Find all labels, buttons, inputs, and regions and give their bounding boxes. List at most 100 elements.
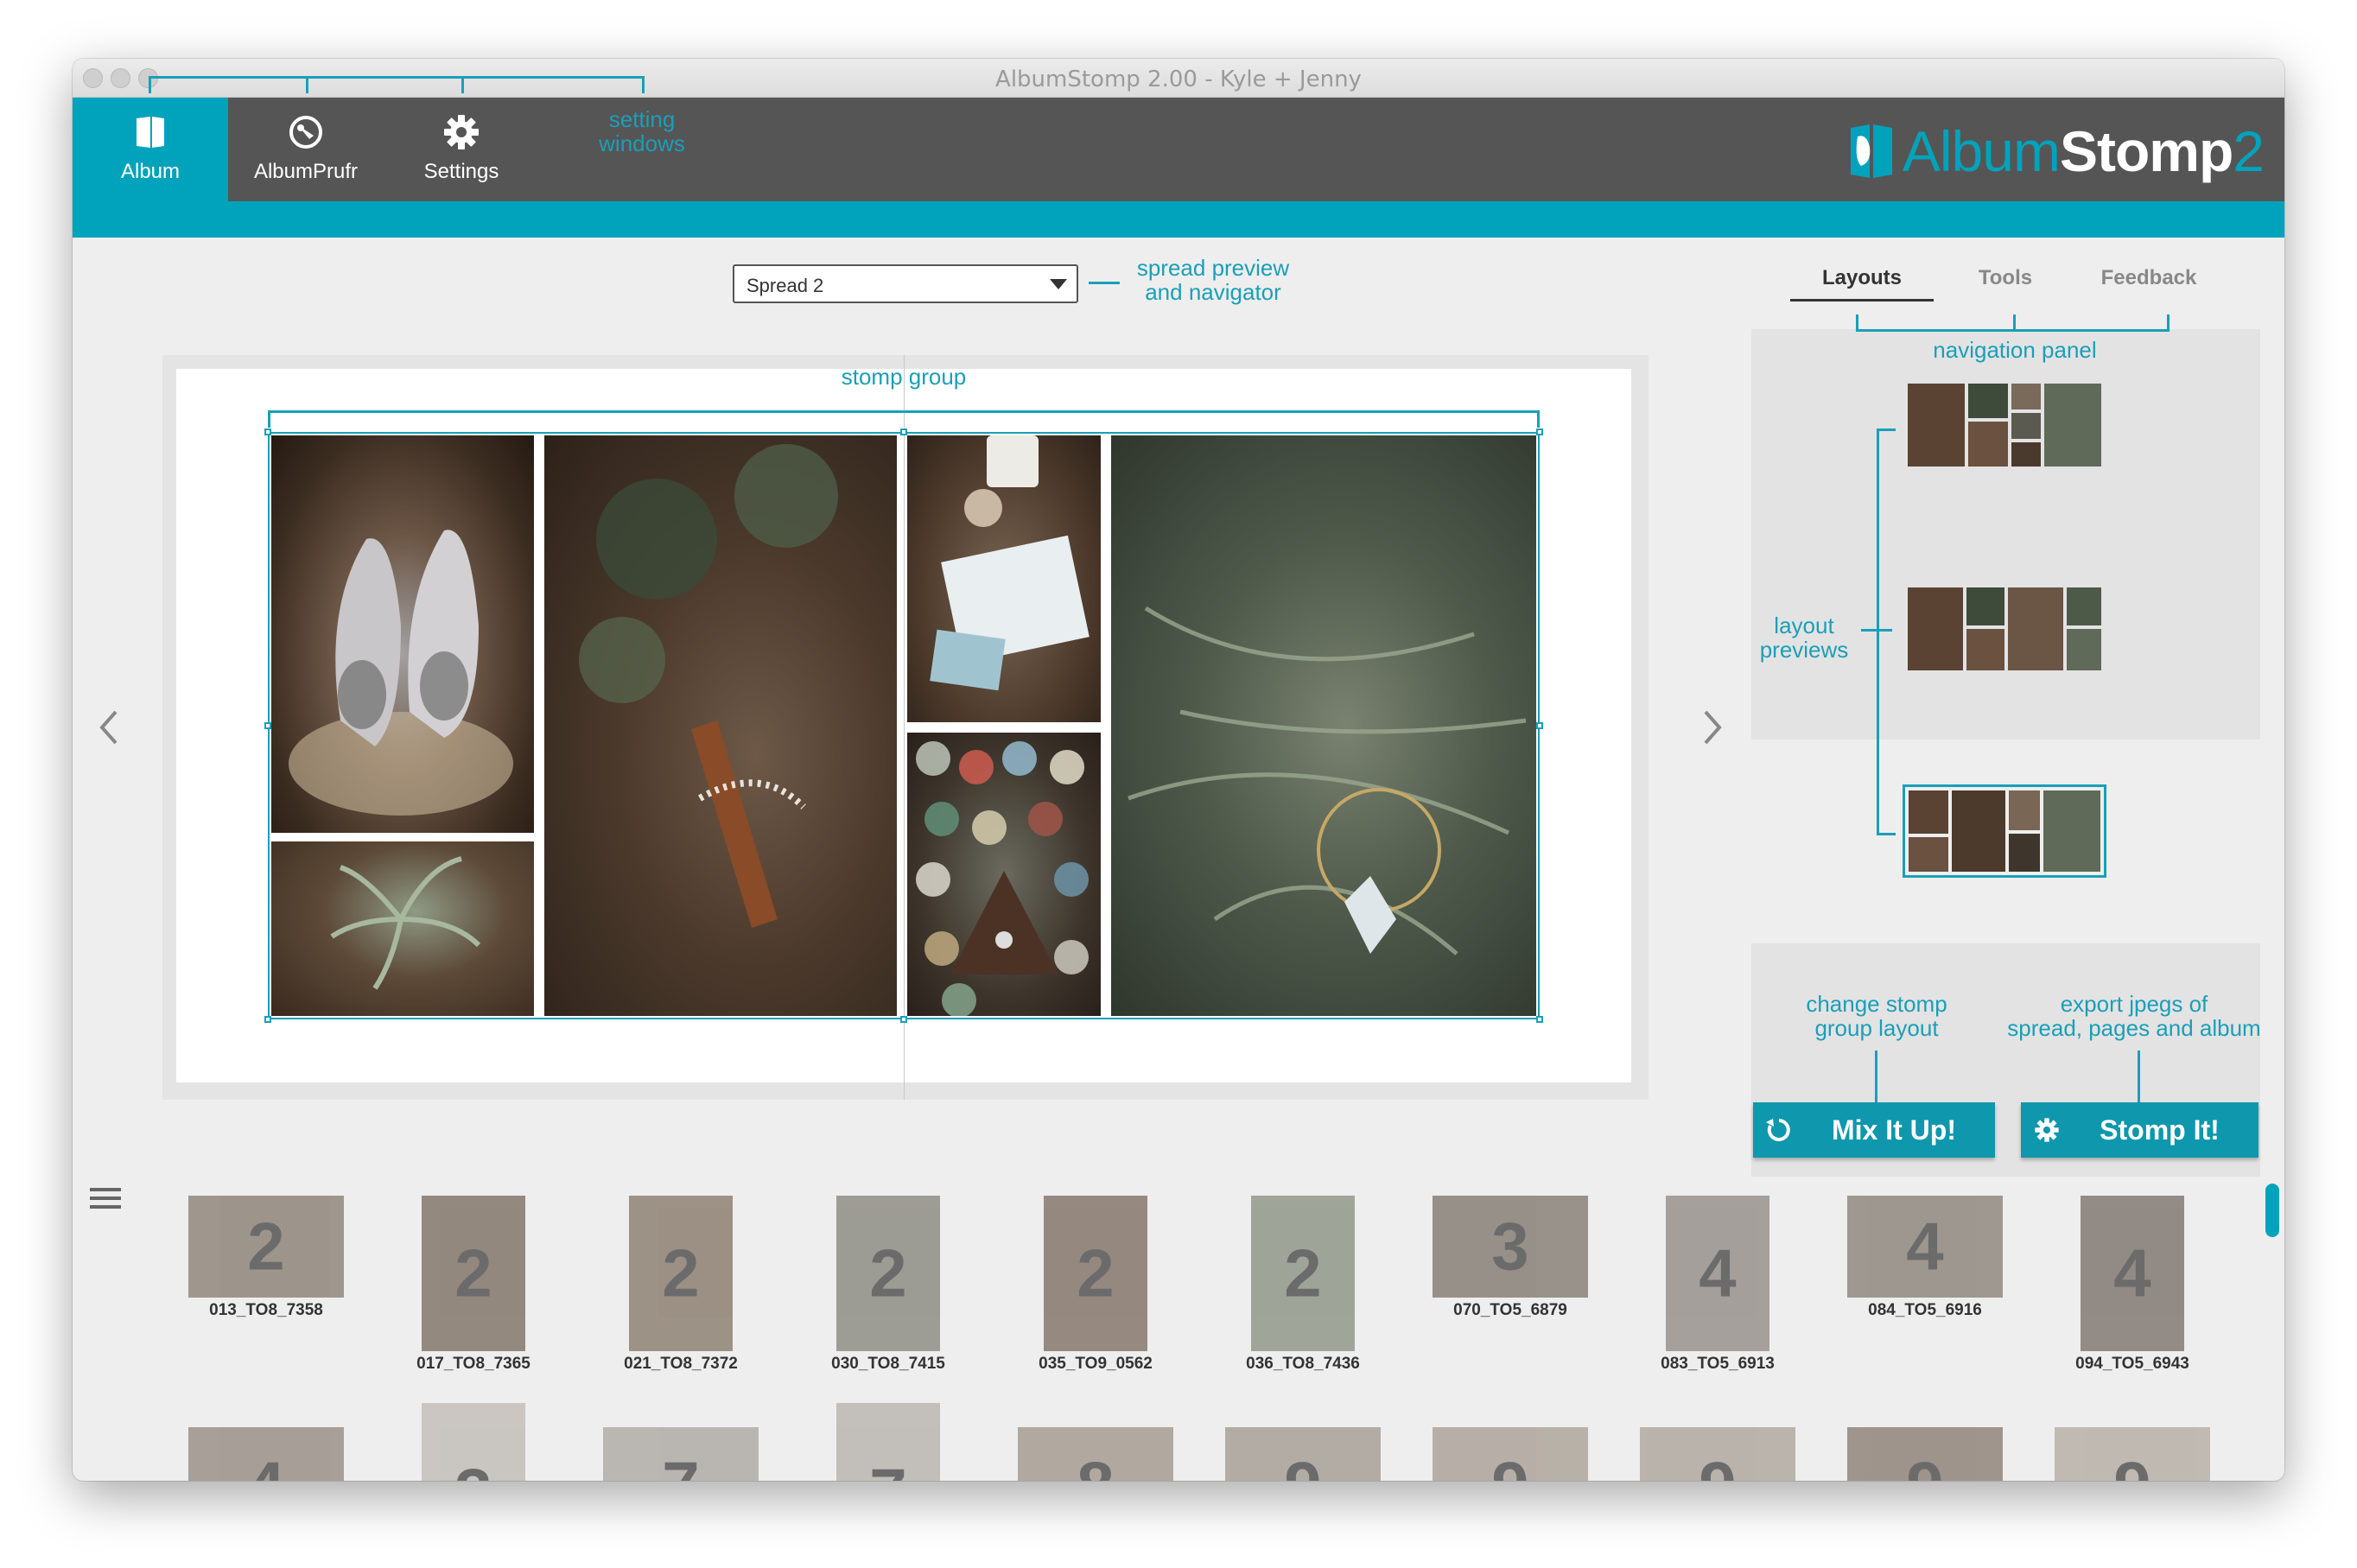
thumb-count: 4 [188, 1447, 344, 1481]
photo-greenery[interactable] [1111, 435, 1536, 1016]
thumb-filename: 021_TO8_7372 [624, 1355, 738, 1373]
layout-previews-bracket-tick [1877, 429, 1896, 431]
thumb-count: 3 [422, 1454, 525, 1481]
thumb-count: 9 [1847, 1447, 2003, 1481]
filmstrip-item[interactable]: 9 [1847, 1427, 2003, 1481]
spread-select[interactable]: Spread 2 [733, 264, 1078, 303]
filmstrip-scrollbar[interactable] [2265, 1184, 2279, 1237]
resize-handle[interactable] [1536, 1016, 1543, 1023]
thumb-count: 8 [1018, 1447, 1173, 1481]
settings-bracket-tick [642, 76, 645, 93]
mix-it-up-label: Mix It Up! [1832, 1114, 1956, 1146]
thumb-count: 9 [1640, 1447, 1795, 1481]
tab-layouts[interactable]: Layouts [1790, 266, 1934, 290]
previous-spread-arrow-icon[interactable] [97, 708, 121, 746]
filmstrip-item[interactable]: 7 [810, 1403, 966, 1481]
albumstomp-logo: AlbumStomp2 [1847, 112, 2265, 190]
layout-preview-2[interactable] [1908, 587, 2101, 670]
resize-handle[interactable] [900, 429, 907, 435]
photo-bottle-caps[interactable] [907, 733, 1101, 1016]
filmstrip-item[interactable]: 2 013_TO8_7358 [188, 1196, 344, 1320]
bouquet-image [579, 444, 838, 928]
stomp-it-button[interactable]: Stomp It! [2021, 1102, 2259, 1158]
hamburger-menu-icon[interactable] [90, 1186, 121, 1210]
filmstrip-item[interactable]: 2 021_TO8_7372 [603, 1196, 759, 1374]
thumb-filename: 083_TO5_6913 [1661, 1355, 1775, 1373]
export-annotation: export jpegs of spread, pages and album [2007, 991, 2261, 1041]
layout-previews-pointer [1861, 629, 1892, 632]
setting-windows-annotation: setting windows [599, 106, 685, 156]
tab-albumprufr[interactable]: AlbumPrufr [228, 98, 384, 201]
filmstrip-item[interactable]: 3 [396, 1403, 551, 1481]
resize-handle[interactable] [1536, 429, 1543, 435]
tab-album[interactable]: Album [73, 98, 228, 201]
refresh-icon [1766, 1119, 1790, 1141]
gear-icon [444, 115, 479, 149]
albumprufr-icon [289, 116, 322, 149]
export-pointer [2138, 1051, 2140, 1104]
filmstrip-item[interactable]: 9 [1640, 1427, 1795, 1481]
resize-handle[interactable] [264, 722, 271, 729]
thumb-filename: 035_TO9_0562 [1039, 1355, 1153, 1373]
thumb-count: 2 [1077, 1235, 1115, 1311]
tab-settings[interactable]: Settings [384, 98, 539, 201]
thumb-count: 2 [662, 1235, 700, 1311]
stomp-group-bracket [268, 410, 1540, 413]
thumb-count: 4 [1906, 1208, 1944, 1285]
logo-text-album: Album [1902, 119, 2061, 183]
filmstrip-item[interactable]: 9 [1225, 1427, 1381, 1481]
filmstrip-item[interactable]: 4 [188, 1427, 344, 1481]
filmstrip-item[interactable]: 4 084_TO5_6916 [1847, 1196, 2003, 1320]
change-stomp-pointer [1875, 1051, 1877, 1104]
stomp-group-bracket-tick [268, 410, 270, 428]
settings-bracket-tick [149, 76, 151, 93]
thumb-count: 3 [1491, 1208, 1529, 1285]
filmstrip-item[interactable]: 2 030_TO8_7415 [810, 1196, 966, 1374]
filmstrip-item[interactable]: 2 017_TO8_7365 [396, 1196, 551, 1374]
tab-album-label: Album [120, 160, 181, 183]
photo-bouquet[interactable] [544, 435, 897, 1016]
thumb-count: 7 [836, 1454, 940, 1481]
photo-invitation[interactable] [907, 435, 1101, 722]
filmstrip-item[interactable]: 4 094_TO5_6943 [2055, 1196, 2210, 1374]
resize-handle[interactable] [264, 429, 271, 435]
photo-shoes[interactable] [271, 435, 534, 833]
filmstrip-item[interactable]: 8 [1018, 1427, 1173, 1481]
filmstrip-item[interactable]: 2 035_TO9_0562 [1018, 1196, 1173, 1374]
filmstrip-item[interactable]: 9 [2055, 1427, 2210, 1481]
logo-mark-icon [1850, 124, 1892, 178]
spread-annotation-line [1089, 282, 1120, 284]
photo-air-plant[interactable] [271, 841, 534, 1016]
filmstrip-item[interactable]: 3 070_TO5_6879 [1433, 1196, 1588, 1320]
shoes-image [289, 530, 513, 816]
filmstrip-item[interactable]: 9 [1433, 1427, 1588, 1481]
mix-it-up-button[interactable]: Mix It Up! [1753, 1102, 1995, 1158]
resize-handle[interactable] [1536, 722, 1543, 729]
filmstrip-item[interactable]: 7 [603, 1427, 759, 1481]
change-stomp-annotation: change stomp group layout [1806, 991, 1947, 1041]
thumb-filename: 084_TO5_6916 [1868, 1301, 1982, 1319]
filmstrip-item[interactable]: 4 083_TO5_6913 [1640, 1196, 1795, 1374]
gear-icon [2035, 1118, 2059, 1142]
navigation-panel-annotation: navigation panel [1933, 337, 2097, 363]
tab-tools[interactable]: Tools [1934, 266, 2077, 290]
resize-handle[interactable] [264, 1016, 271, 1023]
stomp-group-bracket-tick [1537, 410, 1540, 428]
resize-handle[interactable] [900, 1016, 907, 1023]
thumb-filename: 017_TO8_7365 [416, 1355, 530, 1373]
next-spread-arrow-icon[interactable] [1700, 708, 1725, 746]
bottle-caps-image [916, 741, 1089, 1016]
album-icon [137, 117, 164, 148]
tab-settings-label: Settings [423, 160, 499, 183]
filmstrip-item[interactable]: 2 036_TO8_7436 [1225, 1196, 1381, 1374]
logo-text-stomp: Stomp [2059, 119, 2233, 183]
layout-preview-1[interactable] [1908, 384, 2101, 467]
thumb-count: 2 [869, 1235, 907, 1311]
thumb-count: 2 [247, 1208, 285, 1285]
window-title: AlbumStomp 2.00 - Kyle + Jenny [995, 67, 1362, 92]
thumb-count: 9 [1433, 1447, 1588, 1481]
thumb-count: 2 [1284, 1235, 1322, 1311]
stomp-group-annotation: stomp group [841, 364, 967, 390]
layout-preview-3-selected[interactable] [1903, 784, 2106, 878]
tab-feedback[interactable]: Feedback [2077, 266, 2220, 290]
